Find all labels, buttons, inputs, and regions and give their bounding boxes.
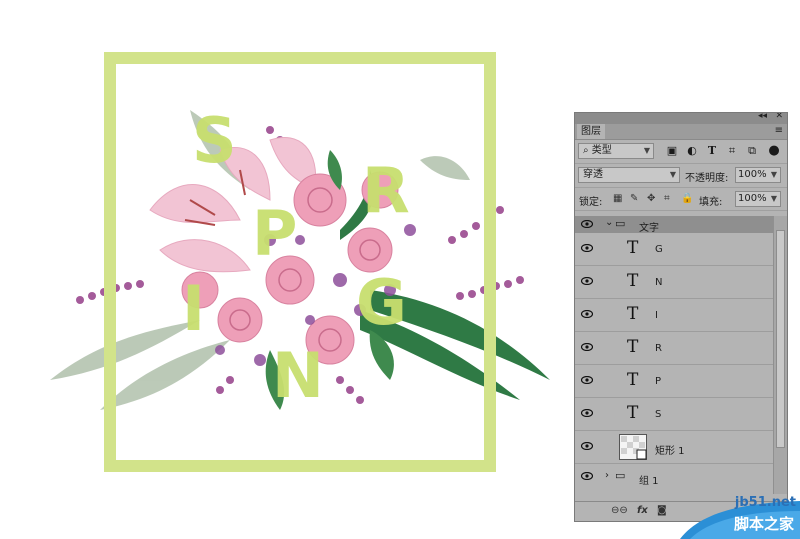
eye-icon[interactable] [581,442,593,450]
folder-icon: ▭ [615,217,626,230]
text-layer-icon: T [627,403,639,423]
close-icon[interactable]: ✕ [775,113,783,121]
lock-brush-icon[interactable]: ✎ [630,193,638,204]
filter-toggle-icon[interactable]: ● [767,144,781,158]
chevron-down-icon: ▼ [770,170,777,179]
fill-value: 100% [738,193,767,204]
text-layer-icon: T [627,304,639,324]
tab-layers[interactable]: 图层 [577,124,605,139]
letter-g: G [356,266,407,339]
group-row-text[interactable]: ⌄ ▭ 文字 [575,216,775,234]
letter-s: S [192,104,237,177]
layer-list-scrollbar[interactable] [773,216,787,494]
adjustment-layer-filter-icon[interactable]: ◐ [685,144,699,158]
shape-thumbnail-icon [619,434,647,460]
letter-p: P [252,197,298,270]
layer-row-r[interactable]: T R [575,332,775,365]
filter-type-label: 类型 [591,145,612,156]
pixel-layer-filter-icon[interactable]: ▣ [665,144,679,158]
layer-row-rectangle[interactable]: 矩形 1 [575,431,775,464]
text-layer-icon: T [627,238,639,258]
layer-name: N [655,277,663,288]
layer-row-s[interactable]: T S [575,398,775,431]
eye-icon[interactable] [581,343,593,351]
scrollbar-thumb[interactable] [776,230,785,448]
blend-mode-dropdown[interactable]: 穿透 ▼ [578,167,680,183]
link-icon[interactable]: ⊖⊖ [611,505,628,516]
layer-row-p[interactable]: T P [575,365,775,398]
smart-object-filter-icon[interactable]: ⧉ [745,144,759,158]
layers-panel: ◂◂ ✕ 图层 ≡ ⌕ 类型 ▼ ▣ ◐ T ⌗ ⧉ ● 穿透 ▼ 不透明度: … [574,112,788,522]
shape-layer-filter-icon[interactable]: ⌗ [725,144,739,158]
lock-all-icon[interactable]: 🔒 [681,193,693,204]
letter-i: I [182,272,206,345]
document-canvas[interactable]: S P R I N G [0,0,570,539]
watermark-text: 脚本之家 [733,515,794,533]
opacity-field[interactable]: 100% ▼ [735,167,781,183]
group-name: 文字 [639,223,659,234]
letter-r: R [362,154,410,227]
panel-titlebar[interactable]: ◂◂ ✕ [575,113,787,124]
site-watermark: jb51.net 脚本之家 [660,483,800,539]
chevron-right-icon[interactable]: › [605,470,609,481]
opacity-label: 不透明度: [685,173,729,184]
text-layer-icon: T [627,271,639,291]
eye-icon[interactable] [581,376,593,384]
layer-name: P [655,376,662,387]
fill-field[interactable]: 100% ▼ [735,191,781,207]
fill-label: 填充: [699,197,723,208]
layer-row-i[interactable]: T I [575,299,775,332]
layer-row-n[interactable]: T N [575,266,775,299]
eye-icon[interactable] [581,277,593,285]
letter-n: N [272,339,324,412]
layer-name: R [655,343,662,354]
opacity-value: 100% [738,169,767,180]
eye-icon[interactable] [581,409,593,417]
layer-row-g[interactable]: T G [575,233,775,266]
fx-icon[interactable]: fx [637,505,648,516]
watermark-url: jb51.net [734,495,796,510]
panel-tabbar: 图层 ≡ [575,124,787,140]
lock-label: 锁定: [579,197,603,208]
lock-artboard-icon[interactable]: ⌗ [664,193,670,204]
folder-icon: ▭ [615,469,626,482]
eye-icon[interactable] [581,220,593,228]
text-layer-filter-icon[interactable]: T [705,144,719,158]
collapse-icon[interactable]: ◂◂ [758,113,767,121]
layer-list: ⌄ ▭ 文字 T G T N T I T R T P T S 矩形 1 › ▭ … [575,216,775,496]
lock-row: 锁定: ▦ ✎ ✥ ⌗ 🔒 填充: 100% ▼ [575,188,787,211]
blend-mode-value: 穿透 [583,169,603,180]
filter-row: ⌕ 类型 ▼ ▣ ◐ T ⌗ ⧉ ● [575,140,787,164]
text-layer-icon: T [627,337,639,357]
blend-row: 穿透 ▼ 不透明度: 100% ▼ [575,164,787,188]
eye-icon[interactable] [581,244,593,252]
layer-name: 矩形 1 [655,446,685,457]
text-layer-icon: T [627,370,639,390]
layer-name: S [655,409,662,420]
panel-menu-icon[interactable]: ≡ [775,125,783,136]
chevron-down-icon: ▼ [669,170,676,179]
chevron-down-icon: ▼ [643,146,650,155]
layer-name: I [655,310,658,321]
layer-name: 组 1 [639,476,659,487]
chevron-down-icon[interactable]: ⌄ [605,217,613,228]
chevron-down-icon: ▼ [770,194,777,203]
lock-transparent-icon[interactable]: ▦ [613,193,622,204]
layer-name: G [655,244,663,255]
lock-move-icon[interactable]: ✥ [647,193,655,204]
search-icon: ⌕ [583,145,589,156]
eye-icon[interactable] [581,472,593,480]
eye-icon[interactable] [581,310,593,318]
filter-type-dropdown[interactable]: ⌕ 类型 ▼ [578,143,654,159]
